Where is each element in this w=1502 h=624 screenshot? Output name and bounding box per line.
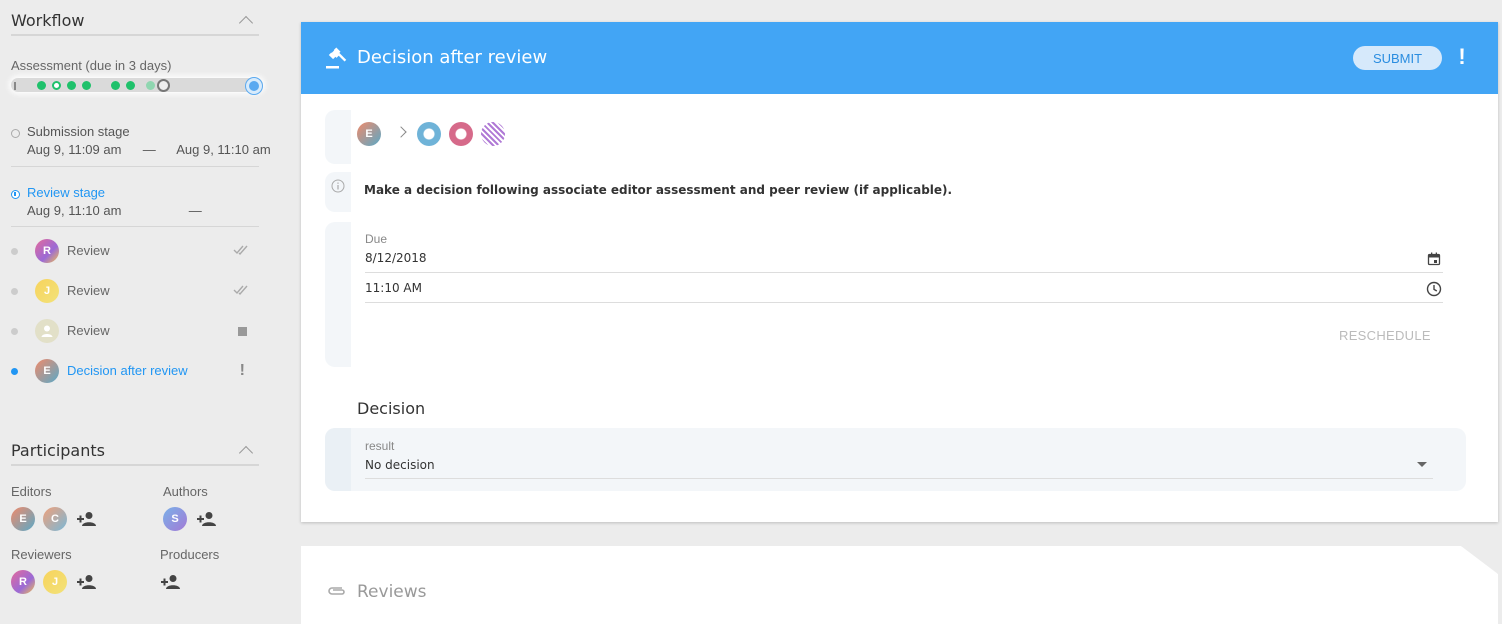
task-label: Review (67, 283, 110, 298)
square-icon (238, 327, 247, 336)
task-dot-icon (11, 368, 18, 375)
clock-icon[interactable] (1426, 281, 1442, 297)
workflow-title: Workflow (11, 10, 85, 30)
alert-icon[interactable]: ! (1457, 44, 1467, 70)
calendar-icon[interactable] (1427, 252, 1441, 266)
progress-end-step[interactable] (246, 78, 262, 94)
attachment-icon (328, 587, 345, 595)
progress-step[interactable] (146, 81, 155, 90)
due-time-input[interactable]: 11:10 AM (365, 281, 422, 295)
person-placeholder-icon (35, 319, 59, 343)
progress-step[interactable] (82, 81, 91, 90)
assessment-label: Assessment (due in 3 days) (11, 58, 172, 73)
chevron-right-icon (395, 126, 407, 138)
stage-submission[interactable]: Submission stage Aug 9, 11:09 am — Aug 9… (11, 124, 271, 167)
card-title: Decision after review (357, 47, 548, 68)
stage-dates: Aug 9, 11:10 am — (27, 203, 202, 218)
task-instruction: Make a decision following associate edit… (364, 183, 953, 197)
progress-step[interactable] (37, 81, 46, 90)
chevron-up-icon[interactable] (238, 445, 254, 461)
stage-date-separator: — (188, 203, 202, 218)
info-icon (331, 179, 345, 193)
editor-avatar[interactable]: E (11, 507, 35, 531)
workflow-sidebar: Workflow Assessment (due in 3 days) Subm… (0, 0, 271, 624)
workflow-section-header[interactable]: Workflow (11, 6, 259, 36)
assignee-avatar[interactable]: E (357, 122, 381, 146)
task-review-j[interactable]: J Review (11, 276, 259, 306)
avatar: E (35, 359, 59, 383)
role-icon[interactable] (481, 122, 505, 146)
task-label: Review (67, 323, 110, 338)
authors-label: Authors (163, 484, 208, 499)
gavel-icon (326, 47, 347, 69)
decision-rail (325, 428, 351, 491)
participants-section-header[interactable]: Participants (11, 436, 259, 466)
editor-avatar[interactable]: C (43, 507, 67, 531)
due-time-underline (365, 302, 1443, 303)
submit-button[interactable]: SUBMIT (1353, 46, 1442, 70)
card-header: Decision after review SUBMIT ! (301, 22, 1498, 94)
avatar: J (35, 279, 59, 303)
progress-step[interactable] (111, 81, 120, 90)
due-date-input[interactable]: 8/12/2018 (365, 251, 427, 265)
task-label: Decision after review (67, 363, 188, 378)
double-check-icon (233, 285, 248, 296)
stage-active-icon (11, 190, 20, 199)
result-label: result (365, 439, 395, 453)
assignee-rail (325, 110, 351, 164)
decision-title: Decision (357, 399, 426, 418)
progress-start-marker (14, 82, 16, 90)
role-icon[interactable] (417, 122, 441, 146)
participants-title: Participants (11, 440, 105, 460)
add-person-icon[interactable] (76, 511, 98, 527)
add-person-icon[interactable] (76, 574, 98, 590)
reviewer-avatar[interactable]: R (11, 570, 35, 594)
stage-name: Review stage (27, 185, 106, 200)
stage-start: Aug 9, 11:09 am (27, 142, 122, 157)
due-label: Due (365, 232, 388, 246)
task-dot-icon (11, 288, 18, 295)
progress-current-step[interactable] (157, 79, 170, 92)
add-person-icon[interactable] (196, 511, 218, 527)
alert-icon: ! (239, 362, 245, 379)
reviews-title: Reviews (357, 582, 427, 602)
task-decision-after-review[interactable]: E Decision after review ! (11, 356, 259, 386)
stage-end: Aug 9, 11:10 am (176, 142, 271, 157)
task-label: Review (67, 243, 110, 258)
due-rail (325, 222, 351, 367)
progress-step[interactable] (67, 81, 76, 90)
stage-bullet-icon (11, 129, 20, 138)
author-avatar[interactable]: S (163, 507, 187, 531)
decision-select[interactable] (325, 428, 1466, 491)
workflow-progress-bar (11, 78, 263, 94)
task-dot-icon (11, 328, 18, 335)
result-value[interactable]: No decision (365, 458, 435, 472)
stage-dates: Aug 9, 11:09 am — Aug 9, 11:10 am (27, 142, 271, 157)
stage-start: Aug 9, 11:10 am (27, 203, 122, 218)
chevron-up-icon[interactable] (238, 15, 254, 31)
stage-name: Submission stage (27, 124, 130, 139)
progress-step[interactable] (52, 81, 61, 90)
add-person-icon[interactable] (160, 574, 182, 590)
task-review-r[interactable]: R Review (11, 236, 259, 266)
double-check-icon (233, 245, 248, 256)
editors-label: Editors (11, 484, 52, 499)
due-date-underline (365, 272, 1443, 273)
stage-review[interactable]: Review stage Aug 9, 11:10 am — (11, 185, 259, 227)
task-dot-icon (11, 248, 18, 255)
progress-step[interactable] (126, 81, 135, 90)
reviewer-avatar[interactable]: J (43, 570, 67, 594)
result-underline (365, 478, 1433, 479)
task-review-unassigned[interactable]: Review (11, 316, 259, 346)
reviews-card: Reviews (301, 546, 1498, 624)
reviewers-label: Reviewers (11, 547, 72, 562)
reschedule-button[interactable]: RESCHEDULE (1339, 328, 1431, 343)
avatar: R (35, 239, 59, 263)
producers-label: Producers (160, 547, 220, 562)
stage-date-separator: — (142, 142, 156, 157)
task-card: Decision after review SUBMIT ! E Make a … (301, 22, 1498, 522)
role-icon[interactable] (449, 122, 473, 146)
dropdown-arrow-icon[interactable] (1417, 462, 1427, 467)
